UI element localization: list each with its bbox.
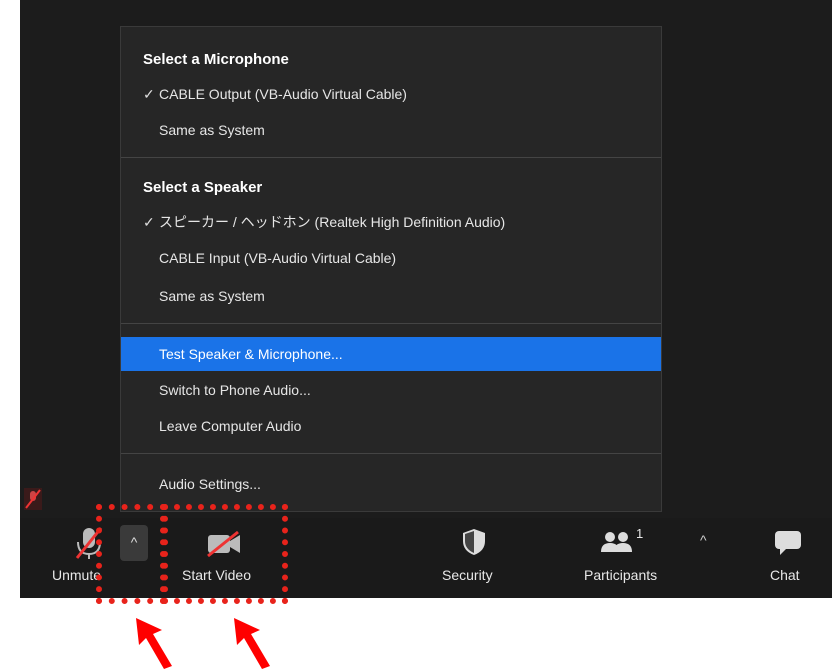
arrow-icon [136,618,172,669]
action-label: Leave Computer Audio [159,418,302,434]
divider [121,453,661,454]
security-label: Security [442,567,493,583]
speaker-item-cable-input[interactable]: CABLE Input (VB-Audio Virtual Cable) [121,241,661,275]
speaker-item-label: CABLE Input (VB-Audio Virtual Cable) [159,250,397,266]
divider [121,157,661,158]
speaker-item-same-as-system[interactable]: Same as System [121,279,661,313]
action-label: Audio Settings... [159,476,261,492]
check-icon: ✓ [143,86,155,102]
microphone-item-same-as-system[interactable]: Same as System [121,113,661,147]
participants-icon [601,532,632,552]
microphone-item-label: CABLE Output (VB-Audio Virtual Cable) [159,86,407,102]
annotation-box-start-video [162,504,288,604]
leave-computer-audio-item[interactable]: Leave Computer Audio [121,409,661,443]
chevron-up-icon: ^ [700,532,707,548]
speaker-item-realtek[interactable]: ✓ スピーカー / ヘッドホン (Realtek High Definition… [121,205,661,239]
test-speaker-microphone-item[interactable]: Test Speaker & Microphone... [121,337,661,371]
chat-label: Chat [770,567,800,583]
microphone-item-label: Same as System [159,122,265,138]
participants-caret-button[interactable]: ^ [700,532,707,548]
speaker-item-label: Same as System [159,288,265,304]
check-icon: ✓ [143,214,155,230]
security-button[interactable]: Security [436,520,516,590]
annotation-box-audio-caret [96,504,166,604]
action-label: Test Speaker & Microphone... [159,346,343,362]
participants-label: Participants [584,567,658,583]
chat-bubble-icon [775,531,801,555]
divider [121,323,661,324]
speaker-item-label: スピーカー / ヘッドホン (Realtek High Definition A… [159,214,506,230]
participants-count: 1 [636,526,644,541]
audio-menu: Select a Microphone ✓ CABLE Output (VB-A… [120,26,662,512]
muted-mic-indicator-icon [24,488,42,510]
switch-to-phone-audio-item[interactable]: Switch to Phone Audio... [121,373,661,407]
shield-icon [463,529,485,555]
arrow-icon [234,618,270,669]
chat-button[interactable]: Chat [760,520,820,590]
audio-settings-item[interactable]: Audio Settings... [121,467,661,501]
participants-button[interactable]: 1 Participants [578,520,688,590]
speaker-section-title: Select a Speaker [143,179,263,196]
microphone-item-cable-output[interactable]: ✓ CABLE Output (VB-Audio Virtual Cable) [121,77,661,111]
microphone-section-title: Select a Microphone [143,51,289,68]
action-label: Switch to Phone Audio... [159,382,311,398]
unmute-label: Unmute [52,567,102,583]
